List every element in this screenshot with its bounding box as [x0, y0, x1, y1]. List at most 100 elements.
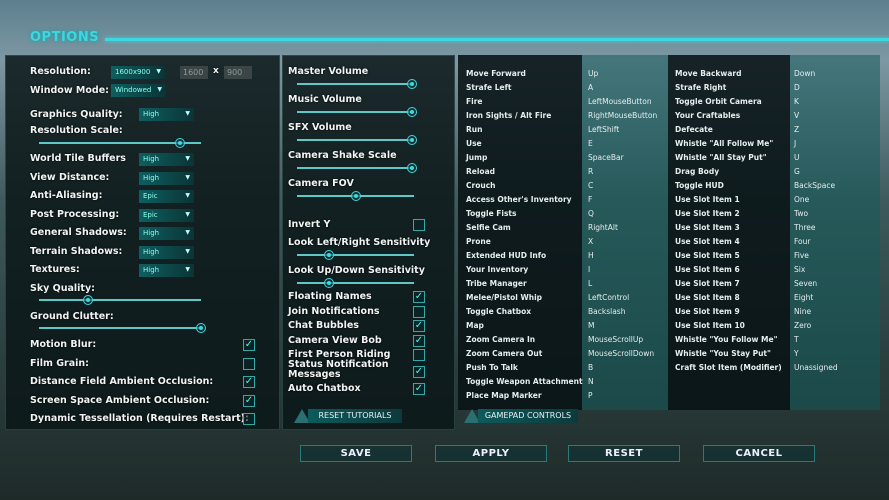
- setting-checkbox[interactable]: [243, 357, 255, 370]
- keybind-action[interactable]: Toggle Orbit Camera: [675, 97, 762, 106]
- keybind-key[interactable]: A: [588, 83, 593, 92]
- keybind-key[interactable]: I: [588, 265, 590, 274]
- keybind-action[interactable]: Run: [466, 125, 482, 134]
- slider-handle[interactable]: [323, 278, 334, 288]
- keybind-key[interactable]: D: [794, 83, 800, 92]
- keybind-key[interactable]: Four: [794, 237, 810, 246]
- keybind-key[interactable]: X: [588, 237, 593, 246]
- keybind-action[interactable]: Your Inventory: [466, 265, 528, 274]
- keybind-action[interactable]: Selfie Cam: [466, 223, 511, 232]
- setting-dropdown[interactable]: High ▼: [139, 245, 194, 259]
- keybind-action[interactable]: Strafe Right: [675, 83, 726, 92]
- keybind-action[interactable]: Map: [466, 321, 484, 330]
- setting-slider[interactable]: [297, 79, 417, 89]
- setting-checkbox[interactable]: ✓: [413, 291, 425, 303]
- keybind-action[interactable]: Whistle "You Stay Put": [675, 349, 771, 358]
- slider-handle[interactable]: [196, 323, 206, 333]
- keybind-key[interactable]: R: [588, 167, 593, 176]
- keybind-action[interactable]: Zoom Camera Out: [466, 349, 542, 358]
- keybind-action[interactable]: Use Slot Item 7: [675, 279, 740, 288]
- slider-handle[interactable]: [323, 250, 334, 260]
- keybind-key[interactable]: B: [588, 363, 593, 372]
- keybind-key[interactable]: J: [794, 139, 796, 148]
- keybind-key[interactable]: Y: [794, 349, 799, 358]
- setting-dropdown[interactable]: High ▼: [139, 171, 194, 185]
- keybind-action[interactable]: Access Other's Inventory: [466, 195, 572, 204]
- keybind-action[interactable]: Use Slot Item 5: [675, 251, 740, 260]
- keybind-key[interactable]: Z: [794, 125, 799, 134]
- keybind-key[interactable]: MouseScrollUp: [588, 335, 643, 344]
- setting-checkbox[interactable]: ✓: [413, 335, 425, 347]
- keybind-action[interactable]: Whistle "All Stay Put": [675, 153, 767, 162]
- keybind-action[interactable]: Use Slot Item 4: [675, 237, 740, 246]
- resolution-height-input[interactable]: 900: [224, 66, 252, 79]
- keybind-key[interactable]: V: [794, 111, 799, 120]
- keybind-action[interactable]: Use Slot Item 10: [675, 321, 745, 330]
- keybind-action[interactable]: Strafe Left: [466, 83, 511, 92]
- sensitivity-slider[interactable]: [297, 278, 414, 288]
- keybind-key[interactable]: P: [588, 391, 593, 400]
- setting-checkbox[interactable]: [243, 413, 255, 425]
- keybind-action[interactable]: Toggle Chatbox: [466, 307, 531, 316]
- keybind-action[interactable]: Move Backward: [675, 69, 741, 78]
- graphics-quality-dropdown[interactable]: High ▼: [139, 108, 194, 121]
- setting-dropdown[interactable]: High ▼: [139, 153, 194, 166]
- keybind-action[interactable]: Move Forward: [466, 69, 526, 78]
- gamepad-controls-button[interactable]: GAMEPAD CONTROLS: [478, 409, 578, 423]
- resolution-dropdown[interactable]: 1600x900 ▼: [111, 66, 165, 79]
- keybind-key[interactable]: Two: [794, 209, 808, 218]
- keybind-key[interactable]: One: [794, 195, 809, 204]
- keybind-action[interactable]: Crouch: [466, 181, 495, 190]
- keybind-action[interactable]: Whistle "You Follow Me": [675, 335, 778, 344]
- setting-checkbox[interactable]: ✓: [243, 394, 255, 407]
- keybind-key[interactable]: LeftControl: [588, 293, 629, 302]
- keybind-key[interactable]: SpaceBar: [588, 153, 624, 162]
- keybind-action[interactable]: Use Slot Item 9: [675, 307, 740, 316]
- keybind-key[interactable]: K: [794, 97, 799, 106]
- keybind-action[interactable]: Toggle HUD: [675, 181, 724, 190]
- keybind-key[interactable]: F: [588, 195, 592, 204]
- setting-slider[interactable]: [297, 163, 417, 173]
- setting-checkbox[interactable]: [413, 306, 425, 318]
- keybind-action[interactable]: Use Slot Item 1: [675, 195, 740, 204]
- keybind-key[interactable]: Five: [794, 251, 809, 260]
- keybind-action[interactable]: Iron Sights / Alt Fire: [466, 111, 551, 120]
- slider-handle[interactable]: [82, 295, 93, 305]
- keybind-action[interactable]: Extended HUD Info: [466, 251, 546, 260]
- ground-clutter-slider[interactable]: [39, 323, 206, 333]
- setting-checkbox[interactable]: [413, 349, 425, 361]
- keybind-action[interactable]: Use Slot Item 2: [675, 209, 740, 218]
- sky-quality-slider[interactable]: [39, 295, 201, 305]
- keybind-key[interactable]: LeftMouseButton: [588, 97, 652, 106]
- apply-button[interactable]: APPLY: [435, 445, 547, 462]
- save-button[interactable]: SAVE: [300, 445, 412, 462]
- slider-handle[interactable]: [406, 163, 417, 173]
- keybind-action[interactable]: Toggle Fists: [466, 209, 517, 218]
- window-mode-dropdown[interactable]: Windowed ▼: [111, 84, 166, 97]
- keybind-key[interactable]: N: [588, 377, 594, 386]
- setting-dropdown[interactable]: High ▼: [139, 227, 194, 240]
- keybind-action[interactable]: Toggle Weapon Attachment: [466, 377, 583, 386]
- keybind-action[interactable]: Melee/Pistol Whip: [466, 293, 542, 302]
- reset-button[interactable]: RESET: [568, 445, 680, 462]
- setting-checkbox[interactable]: ✓: [243, 339, 255, 351]
- keybind-action[interactable]: Whistle "All Follow Me": [675, 139, 773, 148]
- keybind-key[interactable]: Zero: [794, 321, 811, 330]
- keybind-action[interactable]: Use Slot Item 3: [675, 223, 740, 232]
- slider-handle[interactable]: [406, 135, 417, 145]
- keybind-key[interactable]: Backslash: [588, 307, 625, 316]
- keybind-action[interactable]: Jump: [466, 153, 487, 162]
- keybind-key[interactable]: C: [588, 181, 593, 190]
- keybind-action[interactable]: Reload: [466, 167, 495, 176]
- invert-y-checkbox[interactable]: [413, 219, 425, 231]
- keybind-key[interactable]: Nine: [794, 307, 811, 316]
- setting-dropdown[interactable]: High ▼: [139, 264, 194, 277]
- resolution-width-input[interactable]: 1600: [180, 66, 208, 79]
- keybind-action[interactable]: Tribe Manager: [466, 279, 527, 288]
- keybind-action[interactable]: Zoom Camera In: [466, 335, 535, 344]
- keybind-key[interactable]: M: [588, 321, 594, 330]
- keybind-key[interactable]: Seven: [794, 279, 817, 288]
- setting-dropdown[interactable]: Epic ▼: [139, 190, 194, 203]
- keybind-key[interactable]: Six: [794, 265, 805, 274]
- setting-slider[interactable]: [297, 107, 417, 117]
